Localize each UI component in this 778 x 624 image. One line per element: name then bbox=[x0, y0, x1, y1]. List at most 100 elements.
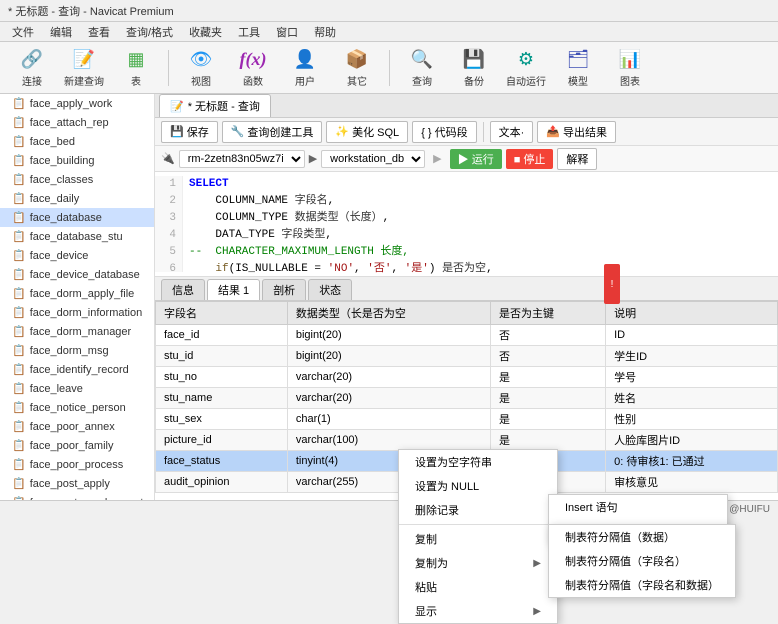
autorun-icon: ⚙ bbox=[514, 47, 538, 71]
menu-tools[interactable]: 工具 bbox=[230, 22, 268, 42]
run-button[interactable]: ▶ 运行 bbox=[450, 149, 502, 169]
cell-type: bigint(20) bbox=[287, 325, 490, 346]
text-button[interactable]: 文本· bbox=[490, 121, 534, 143]
tab-result1[interactable]: 结果 1 bbox=[207, 279, 260, 300]
cm-copy-as[interactable]: 复制为 ▶ bbox=[399, 551, 557, 575]
sm-insert[interactable]: Insert 语句 bbox=[549, 495, 727, 519]
sidebar-item[interactable]: 📋 face_attach_rep bbox=[0, 113, 154, 132]
menu-bar: 文件 编辑 查看 查询/格式 收藏夹 工具 窗口 帮助 bbox=[0, 22, 778, 42]
other-icon: 📦 bbox=[345, 47, 369, 71]
sidebar: 📋 face_apply_work 📋 face_attach_rep 📋 fa… bbox=[0, 94, 155, 500]
sidebar-item[interactable]: 📋 face_post_employment bbox=[0, 493, 154, 500]
cm-delete-record[interactable]: 删除记录 bbox=[399, 498, 557, 522]
menu-help[interactable]: 帮助 bbox=[306, 22, 344, 42]
sidebar-item-apply[interactable]: 📋 face_post_apply bbox=[0, 474, 154, 493]
sidebar-item[interactable]: 📋 face_notice_person bbox=[0, 398, 154, 417]
query-button[interactable]: 🔍 查询 bbox=[398, 46, 446, 90]
sidebar-item[interactable]: 📋 face_classes bbox=[0, 170, 154, 189]
sidebar-item[interactable]: 📋 face_database_stu bbox=[0, 227, 154, 246]
menu-edit[interactable]: 编辑 bbox=[42, 22, 80, 42]
sidebar-item[interactable]: 📋 face_apply_work bbox=[0, 94, 154, 113]
sidebar-item[interactable]: 📋 face_device_database bbox=[0, 265, 154, 284]
sidebar-item[interactable]: 📋 face_daily bbox=[0, 189, 154, 208]
sidebar-item-database[interactable]: 📋 face_database bbox=[0, 208, 154, 227]
sidebar-item[interactable]: 📋 face_poor_family bbox=[0, 436, 154, 455]
table-icon: 📋 bbox=[12, 154, 26, 167]
explain-button[interactable]: 解释 bbox=[557, 148, 597, 170]
table-icon: 📋 bbox=[12, 477, 26, 490]
cm-paste[interactable]: 粘贴 bbox=[399, 575, 557, 599]
sm-tsv-fields[interactable]: 制表符分隔值（字段名） bbox=[549, 549, 735, 573]
cm-copy[interactable]: 复制 bbox=[399, 527, 557, 551]
code-content[interactable]: SELECT COLUMN_NAME 字段名, COLUMN_TYPE 数据类型… bbox=[183, 176, 778, 272]
stop-button[interactable]: ■ 停止 bbox=[506, 149, 554, 169]
cm-display[interactable]: 显示 ▶ bbox=[399, 599, 557, 623]
sidebar-item[interactable]: 📋 face_dorm_apply_file bbox=[0, 284, 154, 303]
cell-nullable: 否 bbox=[490, 325, 605, 346]
table-icon: 📋 bbox=[12, 325, 26, 338]
cell-nullable: 是 bbox=[490, 430, 605, 451]
menu-query-format[interactable]: 查询/格式 bbox=[118, 22, 181, 42]
tab-status[interactable]: 状态 bbox=[308, 279, 352, 300]
connect-button[interactable]: 🔗 连接 bbox=[8, 46, 56, 90]
sidebar-item[interactable]: 📋 face_dorm_manager bbox=[0, 322, 154, 341]
sm-tsv-data[interactable]: 制表符分隔值（数据） bbox=[549, 525, 735, 549]
func-button[interactable]: f(x) 函数 bbox=[229, 46, 277, 90]
cell-type: bigint(20) bbox=[287, 346, 490, 367]
save-button[interactable]: 💾 保存 bbox=[161, 121, 218, 143]
table-button[interactable]: ▦ 表 bbox=[112, 46, 160, 90]
cm-set-empty[interactable]: 设置为空字符串 bbox=[399, 450, 557, 474]
query-tab-active[interactable]: 📝 * 无标题 - 查询 bbox=[159, 94, 271, 117]
table-row[interactable]: stu_id bigint(20) 否 学生ID bbox=[156, 346, 778, 367]
tab-profiling[interactable]: 剖析 bbox=[262, 279, 306, 300]
connection-select[interactable]: rm-2zetn83n05wz7i bbox=[179, 150, 305, 168]
tab-info[interactable]: 信息 bbox=[161, 279, 205, 300]
sidebar-item[interactable]: 📋 face_device bbox=[0, 246, 154, 265]
sidebar-item[interactable]: 📋 face_identify_record bbox=[0, 360, 154, 379]
user-button[interactable]: 👤 用户 bbox=[281, 46, 329, 90]
menu-view[interactable]: 查看 bbox=[80, 22, 118, 42]
sidebar-item[interactable]: 📋 face_poor_annex bbox=[0, 417, 154, 436]
table-row[interactable]: face_id bigint(20) 否 ID bbox=[156, 325, 778, 346]
menu-window[interactable]: 窗口 bbox=[268, 22, 306, 42]
submenu-display: 制表符分隔值（数据） 制表符分隔值（字段名） 制表符分隔值（字段名和数据） bbox=[548, 524, 736, 598]
sidebar-item[interactable]: 📋 face_poor_process bbox=[0, 455, 154, 474]
table-row[interactable]: stu_sex char(1) 是 性别 bbox=[156, 409, 778, 430]
view-button[interactable]: 👁 视图 bbox=[177, 46, 225, 90]
cell-field: audit_opinion bbox=[156, 472, 288, 493]
database-select[interactable]: workstation_db bbox=[321, 150, 425, 168]
col-header-nullable: 是否为主键 bbox=[490, 302, 605, 325]
func-icon: f(x) bbox=[241, 47, 265, 71]
sm-tsv-both[interactable]: 制表符分隔值（字段名和数据） bbox=[549, 573, 735, 597]
export-button[interactable]: 📤 导出结果 bbox=[537, 121, 616, 143]
table-row[interactable]: stu_no varchar(20) 是 学号 bbox=[156, 367, 778, 388]
menu-favorites[interactable]: 收藏夹 bbox=[181, 22, 230, 42]
sidebar-item[interactable]: 📋 face_dorm_msg bbox=[0, 341, 154, 360]
table-icon: 📋 bbox=[12, 192, 26, 205]
model-button[interactable]: 🗂 模型 bbox=[554, 46, 602, 90]
cm-set-null[interactable]: 设置为 NULL bbox=[399, 474, 557, 498]
table-icon: 📋 bbox=[12, 420, 26, 433]
menu-file[interactable]: 文件 bbox=[4, 22, 42, 42]
sidebar-item-building[interactable]: 📋 face_building bbox=[0, 151, 154, 170]
chart-button[interactable]: 📊 图表 bbox=[606, 46, 654, 90]
table-icon: 📋 bbox=[12, 135, 26, 148]
cell-field: stu_name bbox=[156, 388, 288, 409]
backup-button[interactable]: 💾 备份 bbox=[450, 46, 498, 90]
sidebar-item[interactable]: 📋 face_bed bbox=[0, 132, 154, 151]
table-row[interactable]: picture_id varchar(100) 是 人脸库图片ID bbox=[156, 430, 778, 451]
query-builder-button[interactable]: 🔧 查询创建工具 bbox=[222, 121, 323, 143]
export-icon: 📤 bbox=[546, 125, 560, 138]
sidebar-item[interactable]: 📋 face_dorm_information bbox=[0, 303, 154, 322]
sidebar-item[interactable]: 📋 face_leave bbox=[0, 379, 154, 398]
debug-flag: ! bbox=[604, 264, 620, 304]
code-block-button[interactable]: { } 代码段 bbox=[412, 121, 476, 143]
autorun-button[interactable]: ⚙ 自动运行 bbox=[502, 46, 550, 90]
table-row[interactable]: stu_name varchar(20) 是 姓名 bbox=[156, 388, 778, 409]
title-bar: * 无标题 - 查询 - Navicat Premium bbox=[0, 0, 778, 22]
other-button[interactable]: 📦 其它 bbox=[333, 46, 381, 90]
cell-nullable: 是 bbox=[490, 367, 605, 388]
beautify-button[interactable]: ✨ 美化 SQL bbox=[326, 121, 408, 143]
new-query-button[interactable]: 📝 新建查询 bbox=[60, 46, 108, 90]
table-icon: 📋 bbox=[12, 287, 26, 300]
